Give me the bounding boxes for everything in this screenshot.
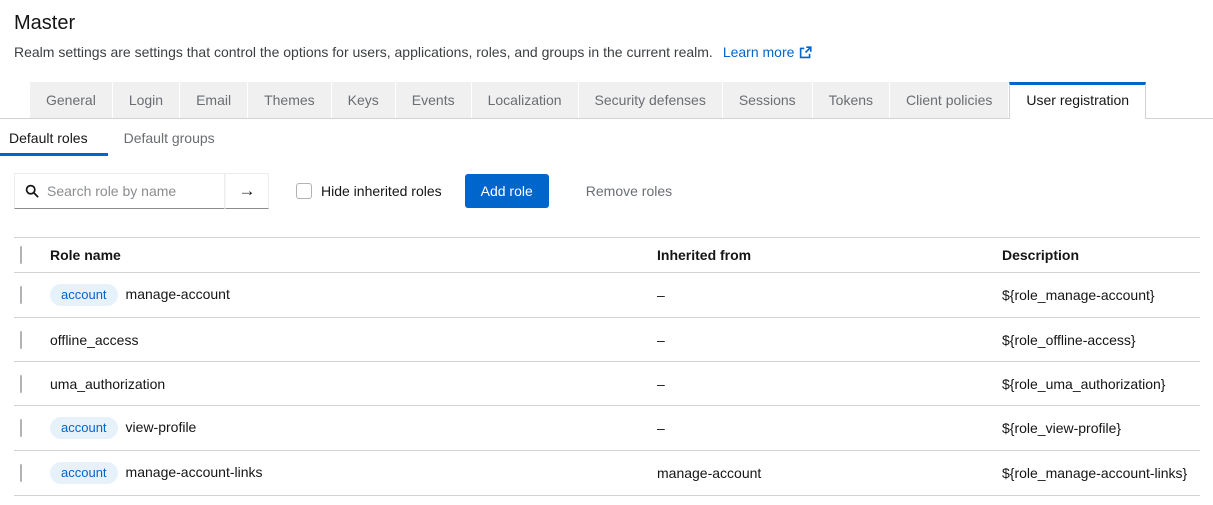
- tab-email[interactable]: Email: [180, 82, 248, 118]
- table-row: offline_access – ${role_offline-access}: [14, 318, 1200, 362]
- row-checkbox[interactable]: [20, 286, 22, 304]
- tab-client-policies[interactable]: Client policies: [890, 82, 1009, 118]
- table-row: uma_authorization – ${role_uma_authoriza…: [14, 362, 1200, 406]
- column-header-role-name: Role name: [50, 238, 657, 273]
- hide-inherited-group: Hide inherited roles: [296, 183, 442, 199]
- learn-more-label: Learn more: [723, 44, 795, 60]
- role-name: uma_authorization: [50, 376, 165, 392]
- tab-events[interactable]: Events: [396, 82, 472, 118]
- search-box: [14, 173, 225, 209]
- external-link-icon: [799, 46, 812, 59]
- role-name: offline_access: [50, 332, 138, 348]
- role-description: ${role_offline-access}: [1002, 332, 1136, 348]
- column-header-description: Description: [1002, 238, 1200, 273]
- hide-inherited-label[interactable]: Hide inherited roles: [321, 183, 442, 199]
- search-submit-button[interactable]: →: [225, 173, 269, 209]
- tab-themes[interactable]: Themes: [248, 82, 332, 118]
- table-header-row: Role name Inherited from Description: [14, 238, 1200, 273]
- client-badge: account: [50, 284, 118, 306]
- role-name: manage-account: [126, 286, 230, 302]
- role-description: ${role_manage-account-links}: [1002, 465, 1187, 481]
- role-description: ${role_manage-account}: [1002, 287, 1155, 303]
- realm-settings-tabs: General Login Email Themes Keys Events L…: [0, 82, 1213, 119]
- tab-sessions[interactable]: Sessions: [723, 82, 813, 118]
- roles-toolbar: → Hide inherited roles Add role Remove r…: [14, 173, 1197, 209]
- inherited-from: –: [657, 376, 665, 392]
- subtab-default-roles[interactable]: Default roles: [0, 119, 108, 156]
- role-description: ${role_uma_authorization}: [1002, 376, 1165, 392]
- search-icon: [25, 184, 39, 198]
- search-group: →: [14, 173, 269, 209]
- user-registration-subtabs: Default roles Default groups: [0, 119, 1213, 156]
- realm-description-line: Realm settings are settings that control…: [14, 42, 1197, 62]
- select-all-checkbox[interactable]: [20, 246, 22, 264]
- row-checkbox[interactable]: [20, 375, 22, 393]
- subtab-default-groups[interactable]: Default groups: [108, 119, 231, 156]
- inherited-from: –: [657, 420, 665, 436]
- search-input[interactable]: [47, 183, 214, 199]
- role-name: view-profile: [126, 419, 197, 435]
- inherited-from: –: [657, 332, 665, 348]
- table-row: account view-profile – ${role_view-profil…: [14, 406, 1200, 451]
- page-header: Master Realm settings are settings that …: [0, 0, 1213, 62]
- tab-login[interactable]: Login: [113, 82, 180, 118]
- default-roles-table: Role name Inherited from Description acc…: [14, 237, 1200, 496]
- table-row: account manage-account-links manage-accou…: [14, 451, 1200, 496]
- tab-user-registration[interactable]: User registration: [1009, 82, 1146, 119]
- inherited-from: manage-account: [657, 465, 761, 481]
- role-name: manage-account-links: [126, 464, 263, 480]
- tab-keys[interactable]: Keys: [332, 82, 396, 118]
- remove-roles-button[interactable]: Remove roles: [578, 174, 680, 208]
- realm-description: Realm settings are settings that control…: [14, 44, 713, 60]
- table-row: account manage-account – ${role_manage-ac…: [14, 273, 1200, 318]
- row-checkbox[interactable]: [20, 419, 22, 437]
- tab-security-defenses[interactable]: Security defenses: [579, 82, 723, 118]
- client-badge: account: [50, 462, 118, 484]
- client-badge: account: [50, 417, 118, 439]
- arrow-right-icon: →: [239, 181, 256, 200]
- role-description: ${role_view-profile}: [1002, 420, 1121, 436]
- learn-more-link[interactable]: Learn more: [723, 44, 813, 60]
- tab-localization[interactable]: Localization: [472, 82, 579, 118]
- row-checkbox[interactable]: [20, 331, 22, 349]
- tab-general[interactable]: General: [30, 82, 113, 118]
- column-header-inherited-from: Inherited from: [657, 238, 1002, 273]
- inherited-from: –: [657, 287, 665, 303]
- tab-tokens[interactable]: Tokens: [813, 82, 890, 118]
- hide-inherited-checkbox[interactable]: [296, 183, 312, 199]
- add-role-button[interactable]: Add role: [465, 174, 549, 208]
- row-checkbox[interactable]: [20, 464, 22, 482]
- page-title: Master: [14, 12, 1197, 35]
